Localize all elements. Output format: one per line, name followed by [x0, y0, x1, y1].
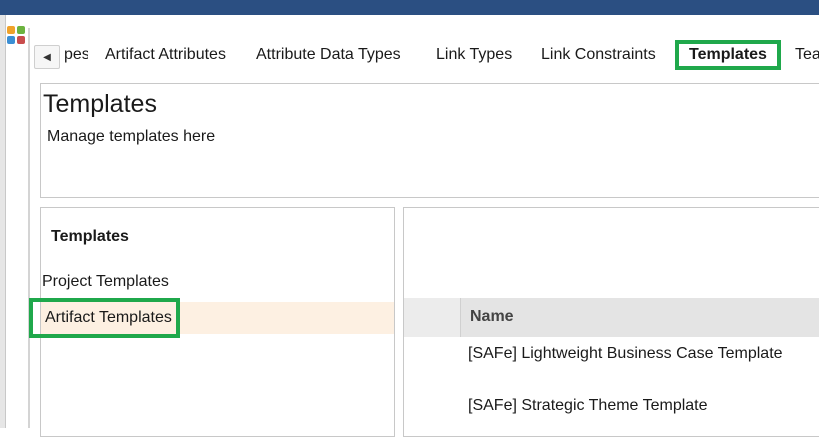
tab-bar: ◀ pes Artifact Attributes Attribute Data… — [30, 32, 819, 76]
app-grid-icon[interactable] — [6, 25, 28, 47]
tab-link-constraints[interactable]: Link Constraints — [541, 40, 656, 70]
templates-nav-panel: Templates Project Templates Artifact Tem… — [29, 207, 395, 437]
tab-attribute-data-types[interactable]: Attribute Data Types — [256, 40, 401, 70]
app-grid-icon-square — [17, 36, 25, 44]
grid-select-column[interactable] — [404, 298, 461, 337]
table-row[interactable]: [SAFe] Strategic Theme Template — [468, 397, 708, 415]
nav-item-label: Artifact Templates — [29, 298, 180, 338]
nav-panel-heading: Templates — [51, 228, 129, 245]
grid-header: Name — [404, 298, 819, 337]
page-header: Templates Manage templates here — [40, 83, 819, 198]
column-header-name[interactable]: Name — [470, 308, 514, 326]
table-row[interactable]: [SAFe] Lightweight Business Case Templat… — [468, 345, 783, 363]
tab-types-partial[interactable]: pes — [64, 40, 88, 70]
nav-item-project-templates[interactable]: Project Templates — [42, 273, 169, 291]
chevron-left-icon: ◀ — [43, 51, 51, 63]
window-top-bar — [0, 0, 819, 15]
page-subtitle: Manage templates here — [47, 128, 216, 145]
nav-item-artifact-templates[interactable]: Artifact Templates — [29, 298, 394, 338]
templates-grid-panel: Name [SAFe] Lightweight Business Case Te… — [403, 207, 819, 437]
left-rail — [0, 15, 6, 428]
frame-divider — [28, 28, 30, 428]
app-grid-icon-square — [17, 26, 25, 34]
tab-link-types[interactable]: Link Types — [436, 40, 512, 70]
app-grid-icon-square — [7, 26, 15, 34]
page-title: Templates — [43, 90, 157, 118]
tab-templates[interactable]: Templates — [675, 40, 781, 70]
nav-item-label: Project Templates — [42, 273, 169, 290]
tab-artifact-attributes[interactable]: Artifact Attributes — [105, 40, 226, 70]
app-grid-icon-square — [7, 36, 15, 44]
tab-scroll-left-button[interactable]: ◀ — [34, 45, 60, 69]
tab-teams-partial[interactable]: Tea — [795, 40, 819, 70]
